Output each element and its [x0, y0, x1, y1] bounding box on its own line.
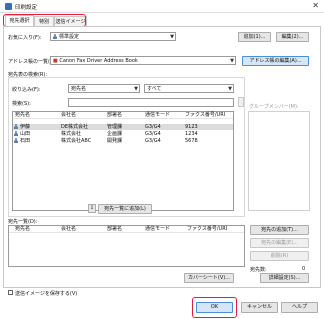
row-name: 石田 [20, 138, 31, 144]
row-fax: 1234 [185, 131, 198, 137]
row-name: 山田 [20, 131, 31, 137]
arrow-down-icon[interactable]: ⇩ [88, 204, 96, 213]
detail-settings-button[interactable]: 詳細設定(S)... [260, 273, 309, 283]
recipients-label: 宛先一覧(D): [8, 219, 38, 225]
search-input[interactable] [68, 98, 234, 107]
row-dept: 管理課 [107, 124, 123, 130]
title-bar: 印刷設定 ✕ [0, 0, 324, 13]
row-company: 株式会社 [61, 131, 82, 137]
chevron-down-icon: ▼ [170, 34, 174, 40]
row-fax: 5678 [185, 138, 198, 144]
group-members-list[interactable] [248, 111, 310, 211]
filter-field-value: 宛先名 [71, 86, 87, 92]
table-row[interactable]: 伊藤 DE株式会社 管理課 G3/G4 9123 [13, 124, 233, 130]
favorites-add-button[interactable]: 追加(1)... [238, 32, 271, 42]
col-fax[interactable]: ファクス番号/URI [187, 226, 227, 233]
recipient-delete-button[interactable]: 削除(R) [250, 251, 309, 261]
contacts-list[interactable]: 宛先名 会社名 部署名 通信モード ファクス番号/URI 伊藤 DE株式会社 管… [12, 111, 234, 211]
row-company: DE株式会社 [61, 124, 89, 130]
table-row[interactable]: 石田 株式会社ABC 開発課 G3/G4 5678 [13, 138, 233, 144]
keyword-label: 検索(S): [12, 101, 31, 107]
person-icon [14, 131, 18, 136]
row-mode: G3/G4 [145, 138, 161, 144]
col-dept[interactable]: 部署名 [107, 226, 122, 233]
group-members-label: グループメンバー(M): [249, 104, 299, 110]
filter-scope-select[interactable]: すべて ▼ [144, 84, 234, 93]
recipient-count-label: 宛先数: [250, 267, 267, 273]
person-icon [14, 124, 18, 129]
recipient-edit-button[interactable]: 宛先の編集(E)... [250, 238, 309, 248]
cancel-button[interactable]: キャンセル [241, 302, 278, 313]
row-company: 株式会社ABC [61, 138, 92, 144]
col-mode[interactable]: 通信モード [145, 226, 170, 233]
add-to-list-button[interactable]: 宛先一覧に追加(L) [98, 204, 152, 214]
row-fax: 9123 [185, 124, 198, 130]
row-mode: G3/G4 [145, 131, 161, 137]
recipient-count-value: 0 [302, 266, 306, 272]
row-name: 伊藤 [20, 124, 31, 130]
col-name[interactable]: 宛先名 [15, 226, 30, 233]
filter-field-select[interactable]: 宛先名 ▼ [68, 84, 140, 93]
col-name[interactable]: 宛先名 [15, 112, 30, 119]
favorite-icon [53, 34, 57, 39]
address-book-icon: ■ [53, 58, 58, 64]
cover-sheet-button[interactable]: カバーシート(V)... [184, 273, 234, 283]
col-company[interactable]: 会社名 [61, 112, 76, 119]
help-button[interactable]: ヘルプ [281, 302, 318, 313]
filter-label: 絞り込み(F): [12, 87, 41, 93]
row-dept: 開発課 [107, 138, 123, 144]
col-dept[interactable]: 部署名 [107, 112, 122, 119]
app-icon [5, 3, 12, 10]
address-book-edit-button[interactable]: アドレス帳の編集(A)... [242, 56, 309, 66]
address-book-select[interactable]: ■ Canon Fax Driver Address Book ▼ [50, 56, 236, 65]
col-fax[interactable]: ファクス番号/URI [185, 112, 225, 119]
window-title: 印刷設定 [15, 5, 38, 11]
recipients-list[interactable]: 宛先名 会社名 部署名 通信モード ファクス番号/URI [8, 225, 245, 267]
favorites-value: 標準設定 [59, 34, 80, 40]
chevron-down-icon: ▼ [228, 86, 232, 92]
chevron-down-icon: ▼ [230, 58, 234, 64]
search-scroll-button[interactable] [238, 97, 244, 107]
person-icon [14, 138, 18, 143]
save-image-checkbox[interactable] [8, 290, 13, 295]
chevron-down-icon: ▼ [134, 86, 138, 92]
filter-scope-value: すべて [147, 86, 162, 92]
contacts-header: 宛先名 会社名 部署名 通信モード ファクス番号/URI [13, 112, 233, 119]
address-book-value: Canon Fax Driver Address Book [59, 58, 138, 64]
favorites-select[interactable]: 標準設定 ▼ [50, 32, 176, 41]
save-image-label: 送信イメージを保存する(V) [15, 291, 78, 297]
table-row[interactable]: 山田 株式会社 企画課 G3/G4 1234 [13, 131, 233, 137]
row-dept: 企画課 [107, 131, 123, 137]
col-mode[interactable]: 通信モード [145, 112, 170, 119]
col-company[interactable]: 会社名 [61, 226, 76, 233]
recipient-add-button[interactable]: 宛先の追加(T)... [250, 225, 309, 235]
favorites-edit-button[interactable]: 編集(2)... [276, 32, 309, 42]
row-mode: G3/G4 [145, 124, 161, 130]
ok-highlight [192, 297, 237, 318]
favorites-label: お気に入り(F): [8, 35, 42, 41]
close-icon[interactable]: ✕ [312, 1, 319, 10]
recipients-header: 宛先名 会社名 部署名 通信モード ファクス番号/URI [9, 226, 244, 233]
